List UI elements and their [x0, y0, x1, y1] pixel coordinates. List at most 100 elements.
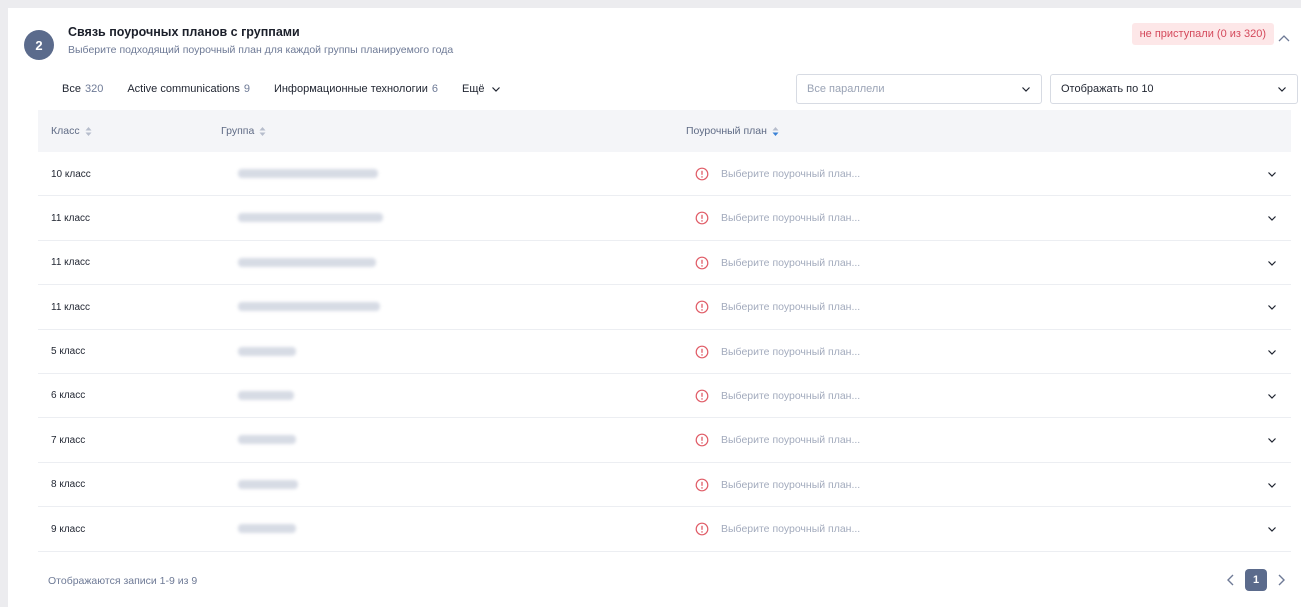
- class-cell: 11 класс: [51, 212, 91, 224]
- group-cell-redacted: [238, 479, 298, 489]
- plan-select[interactable]: Выберите поурочный план...: [695, 196, 860, 240]
- filter-tab-label: Информационные технологии: [273, 83, 428, 95]
- chevron-down-icon[interactable]: [1267, 302, 1277, 312]
- plan-select[interactable]: Выберите поурочный план...: [695, 507, 860, 551]
- plan-select[interactable]: Выберите поурочный план...: [695, 330, 860, 374]
- plan-select[interactable]: Выберите поурочный план...: [695, 152, 860, 196]
- group-cell-redacted: [238, 390, 294, 400]
- group-cell-redacted: [238, 257, 376, 267]
- column-header-group[interactable]: Группа: [221, 110, 266, 152]
- chevron-down-icon[interactable]: [1267, 480, 1277, 490]
- class-cell: 8 класс: [51, 479, 86, 491]
- warning-icon: [695, 345, 709, 358]
- warning-icon: [695, 522, 709, 536]
- filter-more-label: Ещё: [462, 83, 485, 95]
- warning-icon: [695, 211, 709, 225]
- section-title: Связь поурочных планов с группами: [68, 25, 300, 39]
- per-page-select[interactable]: Отображать по 10: [1050, 74, 1298, 104]
- table-row: 7 класс Выберите поурочный план...: [38, 418, 1291, 463]
- chevron-down-icon[interactable]: [1267, 391, 1277, 401]
- class-cell: 9 класс: [51, 523, 86, 535]
- filter-tabs: Все 320 Active communications 9 Информац…: [62, 83, 525, 95]
- plan-select-placeholder: Выберите поурочный план...: [721, 168, 861, 180]
- chevron-down-icon[interactable]: [1267, 169, 1277, 179]
- sort-active-icon: [772, 126, 779, 136]
- plan-select-placeholder: Выберите поурочный план...: [721, 212, 861, 225]
- chevron-down-icon[interactable]: [1267, 258, 1277, 268]
- chevron-down-icon[interactable]: [1267, 347, 1277, 357]
- group-cell-redacted: [238, 346, 296, 356]
- filter-tab-active-communications[interactable]: Active communications 9: [127, 83, 250, 95]
- records-info: Отображаются записи 1-9 из 9: [48, 575, 198, 587]
- group-cell-redacted: [238, 213, 383, 223]
- plan-select-placeholder: Выберите поурочный план...: [721, 345, 861, 358]
- warning-icon: [695, 256, 709, 270]
- class-cell: 7 класс: [51, 434, 86, 446]
- sort-icon: [85, 126, 92, 136]
- filter-tab-count: 9: [243, 83, 250, 95]
- class-cell: 11 класс: [51, 257, 91, 269]
- status-badge: не приступали (0 из 320): [1131, 23, 1274, 45]
- column-header-label: Класс: [51, 125, 80, 137]
- filter-tab-count: 320: [84, 83, 104, 95]
- plan-select-placeholder: Выберите поурочный план...: [721, 434, 861, 447]
- chevron-down-icon[interactable]: [1267, 213, 1277, 223]
- class-cell: 11 класс: [51, 301, 91, 313]
- group-cell-redacted: [238, 524, 296, 534]
- chevron-down-icon[interactable]: [1267, 524, 1277, 534]
- column-header-label: Группа: [221, 125, 255, 137]
- table-row: 11 класс Выберите поурочный план...: [38, 285, 1291, 330]
- plan-select[interactable]: Выберите поурочный план...: [695, 285, 860, 329]
- filter-tab-label: Все: [62, 83, 81, 95]
- table-body: 10 класс Выберите поурочный план... 11 кла…: [38, 152, 1291, 552]
- filter-tab-all[interactable]: Все 320: [62, 83, 103, 95]
- chevron-down-icon: [1278, 87, 1286, 92]
- plan-select-placeholder: Выберите поурочный план...: [721, 301, 861, 314]
- step-badge: 2: [24, 30, 54, 60]
- plan-select-placeholder: Выберите поурочный план...: [721, 478, 861, 491]
- filter-tab-it[interactable]: Информационные технологии 6: [274, 83, 438, 95]
- column-header-plan[interactable]: Поурочный план: [686, 110, 779, 152]
- warning-icon: [695, 167, 709, 181]
- chevron-up-icon[interactable]: [1277, 32, 1291, 46]
- filter-tab-label: Active communications: [127, 83, 240, 95]
- group-cell-redacted: [238, 435, 296, 445]
- class-cell: 6 класс: [51, 390, 86, 402]
- per-page-select-value: Отображать по 10: [1061, 83, 1154, 95]
- class-cell: 5 класс: [51, 346, 86, 358]
- plan-select[interactable]: Выберите поурочный план...: [695, 463, 860, 507]
- page-button-current[interactable]: 1: [1245, 569, 1267, 591]
- table-row: 9 класс Выберите поурочный план...: [38, 507, 1291, 552]
- warning-icon: [695, 389, 709, 403]
- table-row: 11 класс Выберите поурочный план...: [38, 196, 1291, 241]
- table-row: 10 класс Выберите поурочный план...: [38, 152, 1291, 197]
- chevron-right-icon[interactable]: [1275, 573, 1287, 587]
- column-header-class[interactable]: Класс: [51, 110, 92, 152]
- class-cell: 10 класс: [51, 168, 91, 180]
- chevron-down-icon[interactable]: [1267, 435, 1277, 445]
- group-cell-redacted: [238, 302, 380, 312]
- parallels-select[interactable]: Все параллели: [796, 74, 1042, 104]
- plan-select-placeholder: Выберите поурочный план...: [721, 256, 861, 269]
- warning-icon: [695, 478, 709, 492]
- table-row: 5 класс Выберите поурочный план...: [38, 330, 1291, 374]
- chevron-down-icon: [1022, 87, 1030, 92]
- parallels-select-value: Все параллели: [807, 83, 885, 95]
- filter-tab-count: 6: [431, 83, 439, 95]
- page: 2 Связь поурочных планов с группами Выбе…: [0, 0, 1301, 607]
- table-row: 8 класс Выберите поурочный план...: [38, 463, 1291, 508]
- column-header-label: Поурочный план: [686, 125, 767, 137]
- plan-select-placeholder: Выберите поурочный план...: [721, 389, 861, 402]
- filter-more-button[interactable]: Ещё: [462, 83, 501, 95]
- window-left-band: [0, 0, 8, 607]
- plan-select[interactable]: Выберите поурочный план...: [695, 241, 860, 285]
- table-row: 11 класс Выберите поурочный план...: [38, 241, 1291, 286]
- plan-select[interactable]: Выберите поурочный план...: [695, 418, 860, 462]
- chevron-down-icon: [491, 87, 500, 92]
- chevron-left-icon[interactable]: [1225, 573, 1237, 587]
- plan-select-placeholder: Выберите поурочный план...: [721, 523, 861, 536]
- table-header: Класс Группа Поурочный план: [38, 110, 1291, 152]
- table-row: 6 класс Выберите поурочный план...: [38, 374, 1291, 419]
- warning-icon: [695, 300, 709, 314]
- plan-select[interactable]: Выберите поурочный план...: [695, 374, 860, 418]
